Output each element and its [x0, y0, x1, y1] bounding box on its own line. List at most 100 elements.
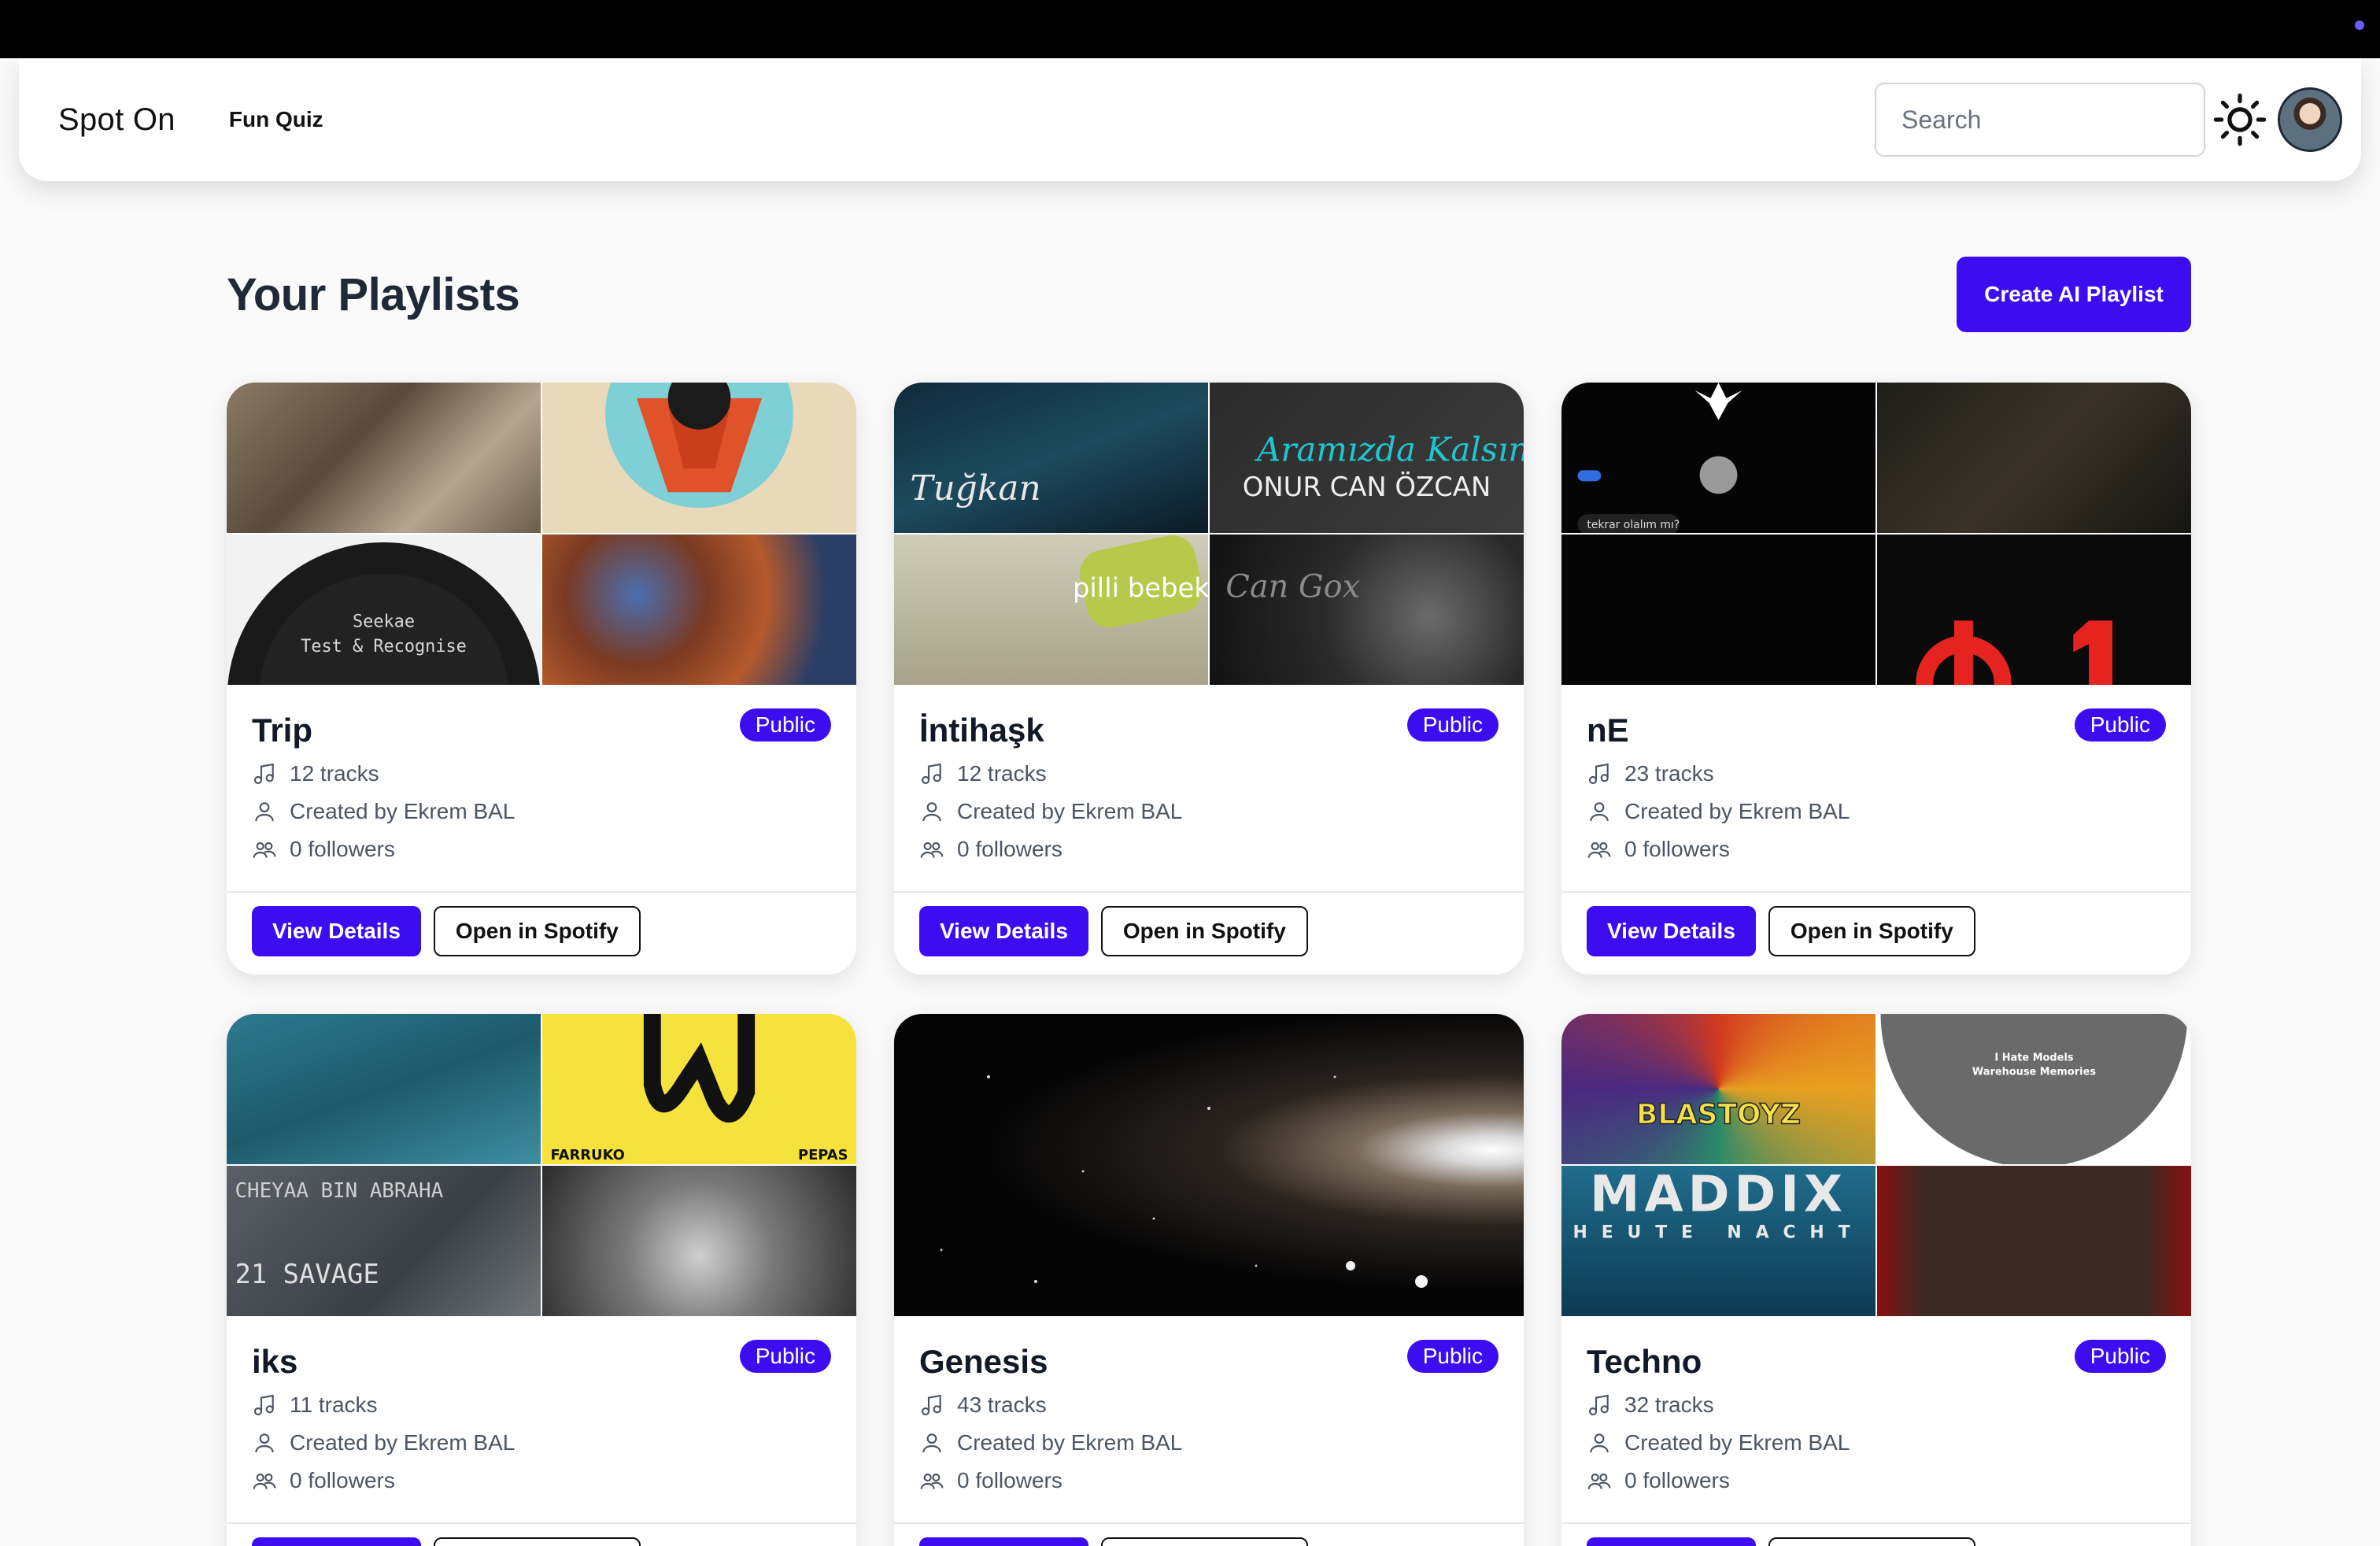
- track-count-text: 43 tracks: [957, 1393, 1047, 1417]
- playlist-card: Genesis Public 43 tracks Created by Ekre…: [894, 1014, 1524, 1546]
- sun-icon: [2213, 93, 2267, 146]
- cover-art-tile: BLASTOYZ: [1561, 1014, 1876, 1164]
- track-count: 43 tracks: [919, 1392, 1499, 1418]
- nav-right-group: [1875, 83, 2342, 157]
- music-note-icon: [1588, 1394, 1609, 1416]
- playlist-cover: FARRUKO PEPAS CHEYAA BIN ABRAHA 21 SAVAG…: [227, 1014, 856, 1316]
- svg-text:FARRUKO: FARRUKO: [550, 1147, 624, 1163]
- view-details-button[interactable]: View Details: [252, 906, 421, 956]
- open-in-spotify-button[interactable]: Open in Spotify: [433, 906, 641, 956]
- status-badge: Public: [2074, 1340, 2166, 1373]
- users-icon: [920, 1473, 944, 1489]
- svg-text:Tuğkan: Tuğkan: [910, 468, 1040, 509]
- creator-text: Created by Ekrem BAL: [1624, 1430, 1850, 1455]
- creator-text: Created by Ekrem BAL: [290, 1430, 516, 1455]
- track-count-text: 23 tracks: [1624, 761, 1714, 786]
- followers: 0 followers: [252, 836, 831, 863]
- cover-art-tile: Seekae Test & Recognise: [227, 534, 541, 685]
- cover-art-tile: [542, 1166, 856, 1316]
- status-badge: Public: [2074, 708, 2166, 742]
- cover-art-tile: [227, 383, 541, 533]
- cover-art-tile: Can Gox: [1210, 534, 1524, 685]
- creator: Created by Ekrem BAL: [919, 1429, 1499, 1456]
- nav-link-fun-quiz[interactable]: Fun Quiz: [229, 107, 323, 132]
- cover-art-tile: [894, 1014, 1524, 1316]
- followers-text: 0 followers: [1624, 1468, 1730, 1492]
- view-details-button[interactable]: View Details: [1587, 1537, 1756, 1546]
- open-in-spotify-button[interactable]: Open in Spotify: [1768, 906, 1975, 956]
- playlist-grid: Seekae Test & Recognise Trip Public 12 t…: [227, 383, 2191, 1546]
- view-details-button[interactable]: View Details: [1587, 906, 1756, 956]
- creator: Created by Ekrem BAL: [252, 1429, 831, 1456]
- search-input[interactable]: [1875, 83, 2205, 157]
- track-count-text: 32 tracks: [1624, 1393, 1714, 1417]
- cover-art-tile: tekrar olalım mı?: [1561, 383, 1876, 533]
- user-icon: [922, 1433, 941, 1453]
- svg-text:Warehouse Memories: Warehouse Memories: [1972, 1067, 2096, 1078]
- playlist-cover: Seekae Test & Recognise: [227, 383, 856, 685]
- user-icon: [1590, 802, 1609, 822]
- navbar: Spot On Fun Quiz: [19, 58, 2361, 181]
- playlist-cover: BLASTOYZ I Hate Models Warehouse Memorie…: [1561, 1014, 2191, 1316]
- system-top-bar: [0, 0, 2380, 58]
- open-in-spotify-button[interactable]: Open in Spotify: [433, 1537, 641, 1546]
- status-badge: Public: [1406, 708, 1499, 742]
- followers: 0 followers: [1587, 1467, 2166, 1494]
- playlist-card: Tuğkan Aramızda Kalsın ONUR CAN ÖZCAN pi…: [894, 383, 1524, 975]
- svg-text:I Hate Models: I Hate Models: [1994, 1052, 2073, 1064]
- theme-toggle-button[interactable]: [2208, 88, 2271, 151]
- playlist-card: BLASTOYZ I Hate Models Warehouse Memorie…: [1561, 1014, 2191, 1546]
- followers-text: 0 followers: [290, 1468, 395, 1492]
- user-icon: [1590, 1433, 1609, 1453]
- creator-text: Created by Ekrem BAL: [957, 799, 1183, 823]
- card-body: iks Public 11 tracks Created by Ekrem BA…: [227, 1316, 856, 1546]
- svg-text:pilli bebek: pilli bebek: [1073, 573, 1208, 604]
- track-count-text: 12 tracks: [957, 761, 1047, 786]
- users-icon: [1587, 841, 1611, 858]
- open-in-spotify-button[interactable]: Open in Spotify: [1100, 906, 1308, 956]
- cover-art-tile: [542, 383, 856, 533]
- followers: 0 followers: [919, 1467, 1499, 1494]
- status-badge: Public: [1406, 1340, 1499, 1373]
- card-actions: View Details Open in Spotify: [227, 891, 856, 970]
- user-avatar[interactable]: [2278, 87, 2342, 152]
- status-badge: Public: [739, 1340, 831, 1373]
- cover-art-tile: [542, 534, 856, 685]
- track-count: 11 tracks: [252, 1392, 831, 1418]
- view-details-button[interactable]: View Details: [919, 906, 1088, 956]
- svg-text:BLASTOYZ: BLASTOYZ: [1636, 1098, 1801, 1130]
- creator: Created by Ekrem BAL: [252, 798, 831, 825]
- status-dot: [2355, 20, 2364, 30]
- followers: 0 followers: [1587, 836, 2166, 863]
- card-body: Techno Public 32 tracks Created by Ekrem…: [1561, 1316, 2191, 1546]
- cover-art-tile: FARRUKO PEPAS: [542, 1014, 856, 1164]
- svg-text:Aramızda Kalsın: Aramızda Kalsın: [1254, 430, 1524, 468]
- svg-text:21 SAVAGE: 21 SAVAGE: [235, 1259, 379, 1289]
- svg-text:Can Gox: Can Gox: [1225, 569, 1360, 605]
- music-note-icon: [253, 763, 274, 785]
- cover-art-tile: MADDIX HEUTE NACHT: [1561, 1166, 1876, 1316]
- card-actions: View Details Open in Spotify: [1561, 891, 2191, 970]
- cover-art-tile: [227, 1014, 541, 1164]
- card-body: İntihaşk Public 12 tracks Created by Ekr…: [894, 685, 1524, 975]
- users-icon: [253, 841, 276, 858]
- cover-art-tile: CHEYAA BIN ABRAHA 21 SAVAGE: [227, 1166, 541, 1316]
- svg-text:Test & Recognise: Test & Recognise: [301, 637, 467, 656]
- card-actions: View Details Open in Spotify: [1561, 1522, 2191, 1546]
- user-icon: [922, 802, 941, 822]
- view-details-button[interactable]: View Details: [252, 1537, 421, 1546]
- open-in-spotify-button[interactable]: Open in Spotify: [1100, 1537, 1308, 1546]
- followers-text: 0 followers: [290, 837, 395, 861]
- svg-text:HEUTE NACHT: HEUTE NACHT: [1573, 1223, 1864, 1243]
- card-body: Genesis Public 43 tracks Created by Ekre…: [894, 1316, 1524, 1546]
- page-header: Your Playlists Create AI Playlist: [227, 257, 2191, 332]
- creator: Created by Ekrem BAL: [919, 798, 1499, 825]
- open-in-spotify-button[interactable]: Open in Spotify: [1768, 1537, 1975, 1546]
- track-count-text: 12 tracks: [290, 761, 379, 786]
- create-ai-playlist-button[interactable]: Create AI Playlist: [1957, 257, 2191, 332]
- music-note-icon: [921, 1394, 941, 1416]
- users-icon: [1587, 1473, 1611, 1489]
- music-note-icon: [1588, 763, 1609, 785]
- view-details-button[interactable]: View Details: [919, 1537, 1088, 1546]
- brand-logo[interactable]: Spot On: [58, 102, 176, 138]
